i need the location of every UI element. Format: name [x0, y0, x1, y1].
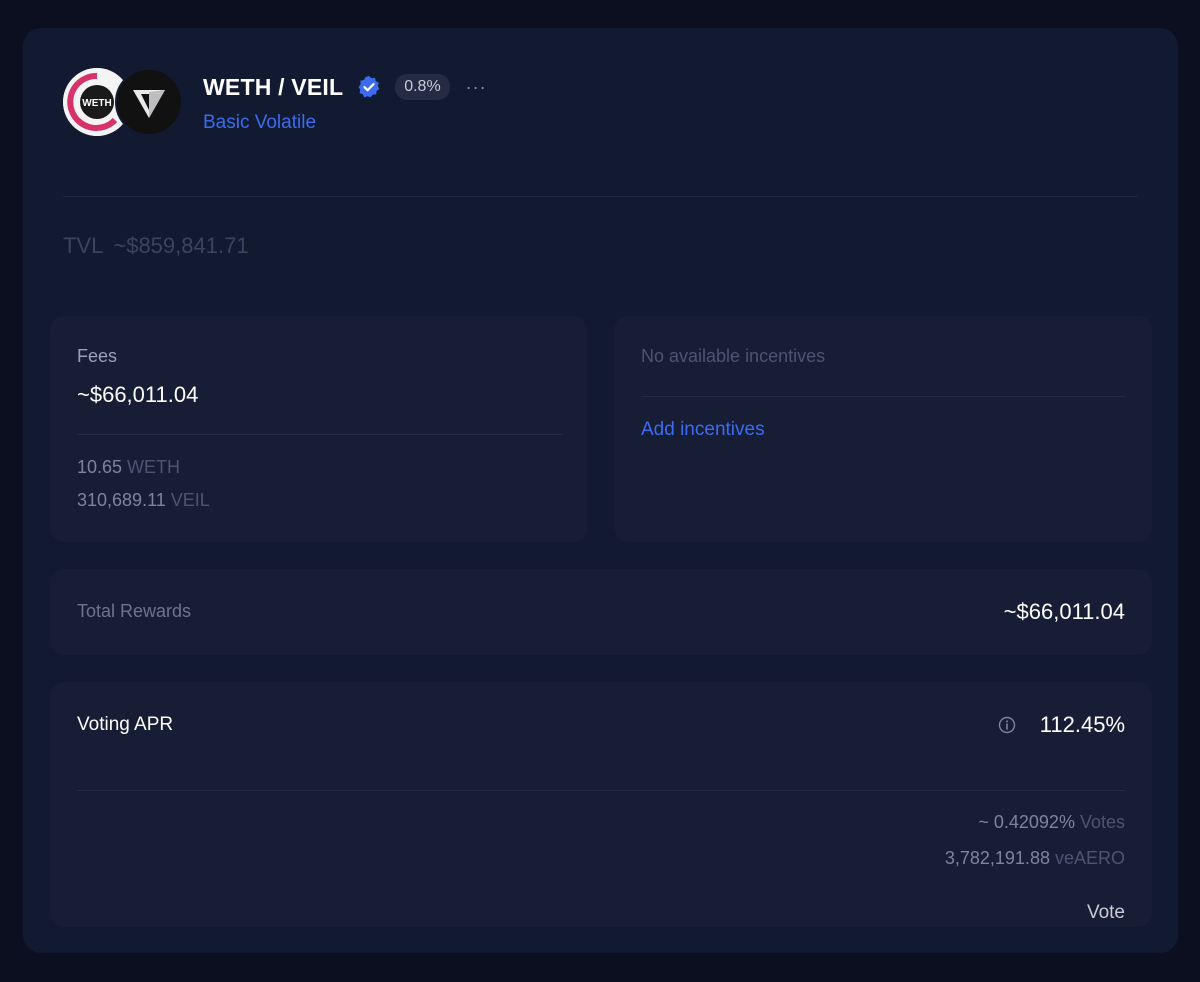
- pool-type-label: Basic Volatile: [203, 112, 317, 133]
- incentives-divider: [641, 396, 1125, 397]
- total-rewards-label: Total Rewards: [77, 601, 192, 621]
- voting-apr-value: 112.45%: [1039, 712, 1125, 737]
- vote-button[interactable]: Vote: [1087, 902, 1125, 924]
- fee-token-row: 310,689.11 VEIL: [77, 490, 210, 511]
- fees-label: Fees: [77, 346, 118, 366]
- total-rewards-panel: Total Rewards ~$66,011.04: [50, 569, 1152, 655]
- tvl-label: TVL: [63, 233, 104, 258]
- pool-header: WETH WETH / VEIL 0.8% ··· Basic Volatile: [63, 68, 1143, 138]
- more-options-icon[interactable]: ···: [466, 77, 487, 98]
- verified-badge-icon: [357, 75, 381, 99]
- voting-apr-label: Voting APR: [77, 714, 174, 735]
- pair-title: WETH / VEIL: [203, 73, 344, 100]
- fee-token-amount: 10.65: [77, 457, 123, 477]
- pool-card: WETH WETH / VEIL 0.8% ··· Basic Volatile: [23, 28, 1178, 953]
- votes-percent: ~ 0.42092%: [978, 812, 1075, 832]
- title-row: WETH / VEIL 0.8% ···: [203, 70, 487, 104]
- total-rewards-value: ~$66,011.04: [1003, 599, 1125, 624]
- voting-divider: [77, 790, 1125, 791]
- ve-amount: 3,782,191.88: [944, 848, 1050, 868]
- fee-token-symbol: VEIL: [170, 490, 210, 510]
- ve-amount-row: 3,782,191.88 veAERO: [945, 848, 1125, 869]
- tvl-value: ~$859,841.71: [113, 233, 249, 258]
- veil-token-icon: [115, 68, 183, 136]
- voting-apr-panel: Voting APR 112.45% ~ 0.42092% Votes 3,782…: [50, 682, 1152, 927]
- add-incentives-link[interactable]: Add incentives: [641, 419, 765, 441]
- fees-divider: [77, 434, 563, 435]
- fee-badge: 0.8%: [395, 74, 450, 100]
- fee-token-symbol: WETH: [127, 457, 181, 477]
- ve-symbol: veAERO: [1054, 848, 1125, 868]
- no-incentives-label: No available incentives: [641, 346, 826, 366]
- votes-label: Votes: [1079, 812, 1125, 832]
- fee-token-row: 10.65 WETH: [77, 457, 180, 478]
- fees-panel: Fees ~$66,011.04 10.65 WETH 310,689.11 VEI…: [50, 316, 587, 542]
- tvl: TVL ~$859,841.71: [63, 233, 249, 259]
- header-divider: [63, 196, 1138, 197]
- fee-token-amount: 310,689.11: [77, 490, 166, 510]
- fees-total: ~$66,011.04: [77, 382, 199, 407]
- incentives-panel: No available incentives Add incentives: [614, 316, 1152, 542]
- weth-logo-text: WETH: [82, 98, 111, 109]
- info-icon[interactable]: [998, 716, 1016, 734]
- votes-row: ~ 0.42092% Votes: [978, 812, 1125, 833]
